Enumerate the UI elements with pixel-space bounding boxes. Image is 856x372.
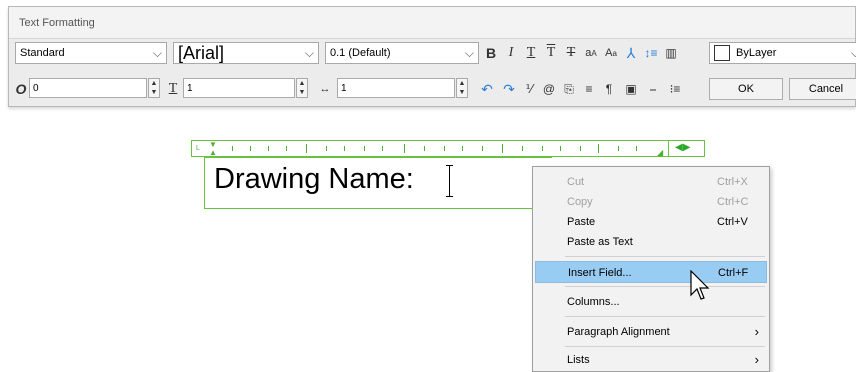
symbol-icon[interactable]: @ <box>539 78 559 100</box>
menu-item-label: Insert Field... <box>568 267 632 279</box>
mouse-pointer-icon <box>690 269 710 305</box>
color-value: ByLayer <box>736 47 777 59</box>
chevron-down-icon: ⌵ <box>304 46 314 60</box>
ruler-icon[interactable]: ⎯ <box>643 78 663 100</box>
chevron-right-icon: › <box>754 324 759 339</box>
double-arrow-icon: ◀▶ <box>675 142 691 153</box>
chevron-down-icon: ⌵ <box>152 46 162 60</box>
menu-item-paste[interactable]: Paste Ctrl+V <box>535 211 767 233</box>
style-value: Standard <box>20 47 65 59</box>
toolbar-row-1: Standard ⌵ [Arial] ⌵ 0.1 (Default) ⌵ B I… <box>15 42 856 70</box>
cancel-button[interactable]: Cancel <box>789 78 856 100</box>
menu-item-shortcut: Ctrl+V <box>717 216 748 228</box>
indent-marker-icon[interactable]: ▲ <box>209 148 217 157</box>
stack-icon[interactable]: ⅄ <box>621 42 641 64</box>
menu-item-label: Paste as Text <box>567 236 633 248</box>
menu-item-cut[interactable]: Cut Ctrl+X <box>535 171 767 193</box>
chevron-right-icon: › <box>754 352 759 367</box>
columns-icon[interactable]: ▥ <box>661 42 681 64</box>
color-dropdown[interactable]: ByLayer ⌵ <box>709 42 856 64</box>
chevron-down-icon: ⌵ <box>464 46 474 60</box>
paragraph-icon[interactable]: ¶ <box>599 78 619 100</box>
menu-item-columns[interactable]: Columns... <box>535 291 767 313</box>
menu-item-insert-field[interactable]: Insert Field... Ctrl+F <box>535 261 767 283</box>
oblique-angle-icon: O <box>15 81 27 97</box>
editor-text[interactable]: Drawing Name: <box>214 163 414 196</box>
menu-item-label: Columns... <box>567 296 620 308</box>
tracking-icon: T <box>168 81 178 96</box>
overline-icon[interactable]: T <box>541 42 561 64</box>
tracking-spinner[interactable]: ▲ ▼ <box>296 78 308 98</box>
menu-item-shortcut: Ctrl+F <box>718 267 749 279</box>
resize-width-handle[interactable]: ◀▶ <box>668 140 705 157</box>
stack-fraction-icon[interactable]: ⅟ <box>519 78 539 100</box>
oblique-angle-input[interactable]: 0 <box>29 78 147 98</box>
line-spacing-icon[interactable]: ↕≡ <box>641 42 661 64</box>
underline-icon[interactable]: T <box>521 42 541 64</box>
text-formatting-toolbar: Text Formatting Standard ⌵ [Arial] ⌵ 0.1… <box>8 6 856 107</box>
toolbar-row-2: O 0 ▲ ▼ T 1 ▲ ▼ ↔ 1 ▲ ▼ ↶ ↷ ⅟ @ ⎘ ≡ ¶ ▣ ⎯ ⁝… <box>15 78 856 104</box>
menu-item-lists[interactable]: Lists › <box>535 349 767 371</box>
menu-separator <box>565 316 765 317</box>
background-mask-icon[interactable]: ▣ <box>621 78 641 100</box>
menu-item-shortcut: Ctrl+X <box>717 176 748 188</box>
undo-icon[interactable]: ↶ <box>477 78 497 100</box>
menu-item-label: Lists <box>567 354 590 366</box>
change-case-icon[interactable]: Aa <box>601 42 621 64</box>
menu-separator <box>565 256 765 257</box>
style-dropdown[interactable]: Standard ⌵ <box>15 42 167 64</box>
tab-type-icon[interactable]: L <box>196 145 200 152</box>
menu-item-shortcut: Ctrl+C <box>717 196 749 208</box>
italic-icon[interactable]: I <box>501 42 521 64</box>
bold-icon[interactable]: B <box>481 42 501 64</box>
menu-separator <box>565 346 765 347</box>
editor-ruler[interactable]: L ▼ ▲ ◢ <box>191 140 705 157</box>
ok-button[interactable]: OK <box>709 78 783 100</box>
menu-item-label: Paragraph Alignment <box>567 326 670 338</box>
window-title: Text Formatting <box>19 17 95 29</box>
align-icon[interactable]: ≡ <box>579 78 599 100</box>
superscript-icon[interactable]: aA <box>581 42 601 64</box>
menu-item-label: Cut <box>567 176 585 188</box>
title-bar[interactable] <box>9 7 855 39</box>
tracking-input[interactable]: 1 <box>183 78 295 98</box>
text-cursor-icon <box>446 165 453 197</box>
text-height-dropdown[interactable]: 0.1 (Default) ⌵ <box>325 42 479 64</box>
width-factor-spinner[interactable]: ▲ ▼ <box>456 78 468 98</box>
menu-item-label: Copy <box>567 196 593 208</box>
menu-item-paragraph-alignment[interactable]: Paragraph Alignment › <box>535 321 767 343</box>
numbering-icon[interactable]: ⁝≡ <box>665 78 685 100</box>
menu-item-copy[interactable]: Copy Ctrl+C <box>535 191 767 213</box>
insert-field-icon[interactable]: ⎘ <box>559 78 579 100</box>
width-factor-input[interactable]: 1 <box>337 78 455 98</box>
strikethrough-icon[interactable]: T <box>561 42 581 64</box>
color-swatch <box>714 45 730 61</box>
chevron-down-icon: ⌵ <box>850 46 856 60</box>
width-factor-icon: ↔ <box>319 83 331 95</box>
font-value: [Arial] <box>178 42 225 63</box>
text-height-value: 0.1 (Default) <box>330 47 391 59</box>
menu-item-paste-as-text[interactable]: Paste as Text <box>535 231 767 253</box>
context-menu: Cut Ctrl+X Copy Ctrl+C Paste Ctrl+V Past… <box>532 166 770 372</box>
redo-icon[interactable]: ↷ <box>499 78 519 100</box>
oblique-spinner[interactable]: ▲ ▼ <box>148 78 160 98</box>
font-dropdown[interactable]: [Arial] ⌵ <box>173 42 319 64</box>
menu-separator <box>565 286 765 287</box>
menu-item-label: Paste <box>567 216 596 228</box>
right-margin-icon[interactable]: ◢ <box>657 148 663 157</box>
